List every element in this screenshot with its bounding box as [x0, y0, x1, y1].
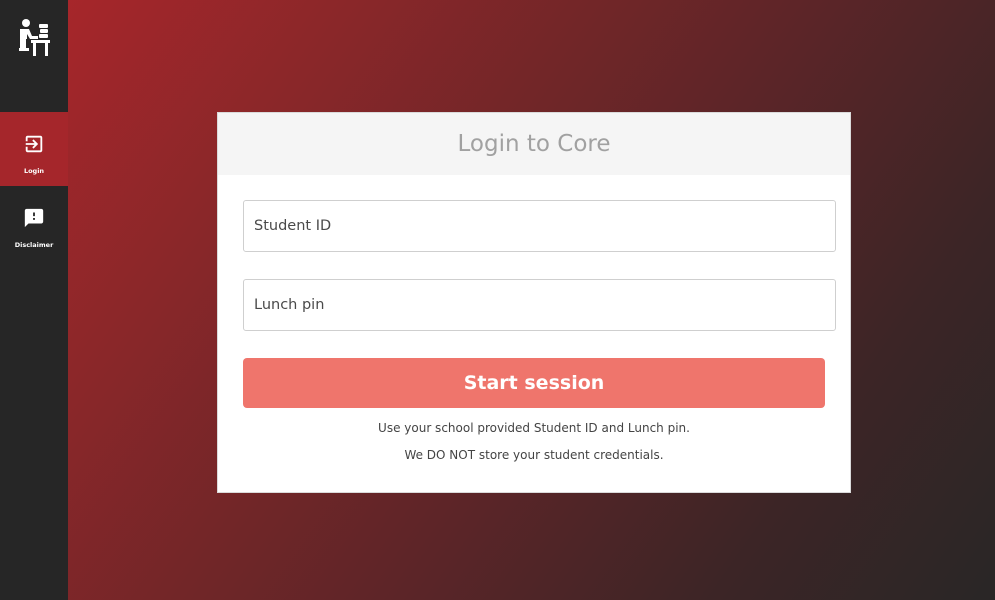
sidebar-item-label: Login: [23, 167, 45, 175]
alert-message-icon: [23, 207, 45, 229]
lunch-pin-input[interactable]: [243, 279, 836, 331]
privacy-text: We DO NOT store your student credentials…: [404, 448, 664, 462]
student-id-input[interactable]: [243, 200, 836, 252]
sidebar-item-label: Disclaimer: [14, 241, 54, 249]
login-card: Login to Core Start session Use your sch…: [217, 112, 851, 493]
card-header: Login to Core: [218, 113, 850, 175]
page-title: Login to Core: [457, 131, 611, 157]
start-session-button[interactable]: Start session: [243, 358, 825, 408]
sidebar: Login Disclaimer: [0, 0, 68, 600]
person-at-desk-icon: [17, 18, 51, 58]
app-root: Login Disclaimer Login to Core Start ses…: [0, 0, 995, 600]
help-text: Use your school provided Student ID and …: [378, 421, 690, 435]
sidebar-item-disclaimer[interactable]: Disclaimer: [0, 186, 68, 260]
sidebar-item-login[interactable]: Login: [0, 112, 68, 186]
login-icon: [23, 133, 45, 155]
